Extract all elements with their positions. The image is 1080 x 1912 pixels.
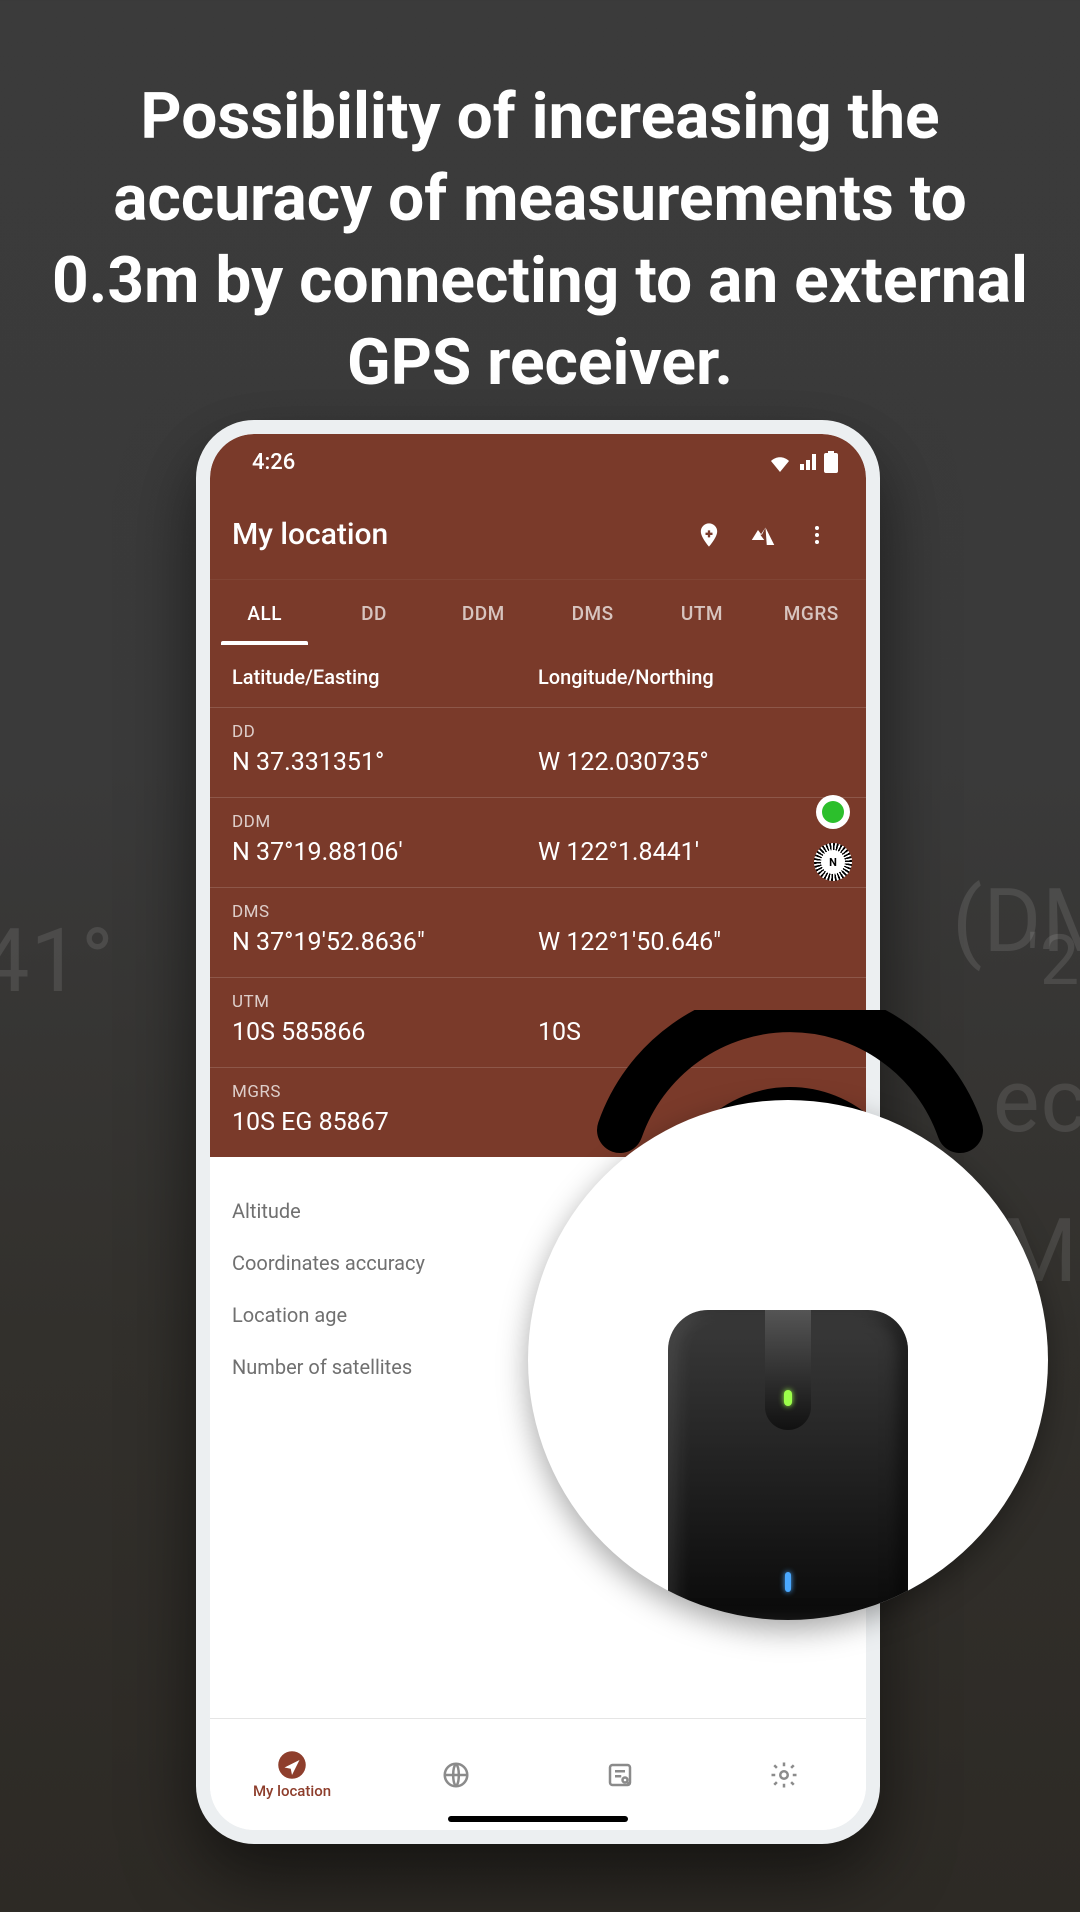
format-label: MGRS [232, 1082, 844, 1102]
nav-map[interactable] [374, 1719, 538, 1830]
nav-measurements[interactable] [538, 1719, 702, 1830]
coord-row-ddm[interactable]: DDM N 37°19.88106' W 122°1.8441' [210, 797, 866, 887]
more-menu-button[interactable] [790, 508, 844, 562]
page-title: My location [232, 517, 682, 552]
lon-value: W 122.030735° [538, 748, 844, 777]
compass-indicator[interactable]: N [816, 845, 850, 879]
gps-status-indicator[interactable] [816, 795, 850, 829]
lat-value: N 37°19'52.8636" [232, 928, 538, 957]
column-header-lon: Longitude/Northing [538, 665, 844, 689]
status-time: 4:26 [252, 450, 295, 475]
gear-icon [769, 1760, 799, 1790]
lon-value: W 122°1'50.646" [538, 928, 844, 957]
action-bar: My location [210, 490, 866, 580]
nav-my-location[interactable]: My location [210, 1719, 374, 1830]
tab-utm[interactable]: UTM [647, 580, 756, 645]
nav-label: My location [253, 1782, 331, 1800]
format-label: DMS [232, 902, 844, 922]
add-location-button[interactable] [682, 508, 736, 562]
format-tabs: ALL DD DDM DMS UTM MGRS [210, 580, 866, 645]
detail-label: Coordinates accuracy [232, 1251, 538, 1275]
lat-value: N 37.331351° [232, 748, 538, 777]
lon-value: 10S [538, 1018, 844, 1047]
lat-value: N 37°19.88106' [232, 838, 538, 867]
external-gps-receiver-illustration [528, 1100, 1048, 1620]
promo-title: Possibility of increasing the accuracy o… [40, 76, 1040, 404]
bg-hint-text: '26. [1027, 920, 1080, 1002]
lat-value: 10S 585866 [232, 1018, 538, 1047]
tab-mgrs[interactable]: MGRS [757, 580, 866, 645]
tab-all[interactable]: ALL [210, 580, 319, 645]
format-label: UTM [232, 992, 844, 1012]
tab-ddm[interactable]: DDM [429, 580, 538, 645]
bg-hint-text: 41° [0, 910, 115, 1013]
detail-label: Location age [232, 1303, 538, 1327]
list-search-icon [605, 1760, 635, 1790]
status-bar: 4:26 [210, 434, 866, 490]
coord-row-dms[interactable]: DMS N 37°19'52.8636" W 122°1'50.646" [210, 887, 866, 977]
lon-value: W 122°1.8441' [538, 838, 844, 867]
globe-icon [441, 1760, 471, 1790]
location-arrow-icon [277, 1750, 307, 1780]
column-header-lat: Latitude/Easting [232, 665, 538, 689]
wifi-icon [768, 452, 792, 472]
tab-dd[interactable]: DD [319, 580, 428, 645]
coord-row-dd[interactable]: DD N 37.331351° W 122.030735° [210, 707, 866, 797]
signal-icon [798, 452, 818, 472]
bottom-nav: My location [210, 1718, 866, 1830]
format-label: DDM [232, 812, 844, 832]
battery-icon [824, 451, 838, 473]
detail-label: Altitude [232, 1199, 538, 1223]
coord-row-utm[interactable]: UTM 10S 585866 10S [210, 977, 866, 1067]
lat-value: 10S EG 85867 [232, 1108, 538, 1137]
coordinates-panel: Latitude/Easting Longitude/Northing N DD… [210, 645, 866, 1157]
bg-hint-text: eci [993, 1050, 1080, 1153]
detail-label: Number of satellites [232, 1355, 538, 1379]
tab-dms[interactable]: DMS [538, 580, 647, 645]
home-indicator[interactable] [448, 1816, 628, 1822]
format-label: DD [232, 722, 844, 742]
nav-settings[interactable] [702, 1719, 866, 1830]
terrain-button[interactable] [736, 508, 790, 562]
